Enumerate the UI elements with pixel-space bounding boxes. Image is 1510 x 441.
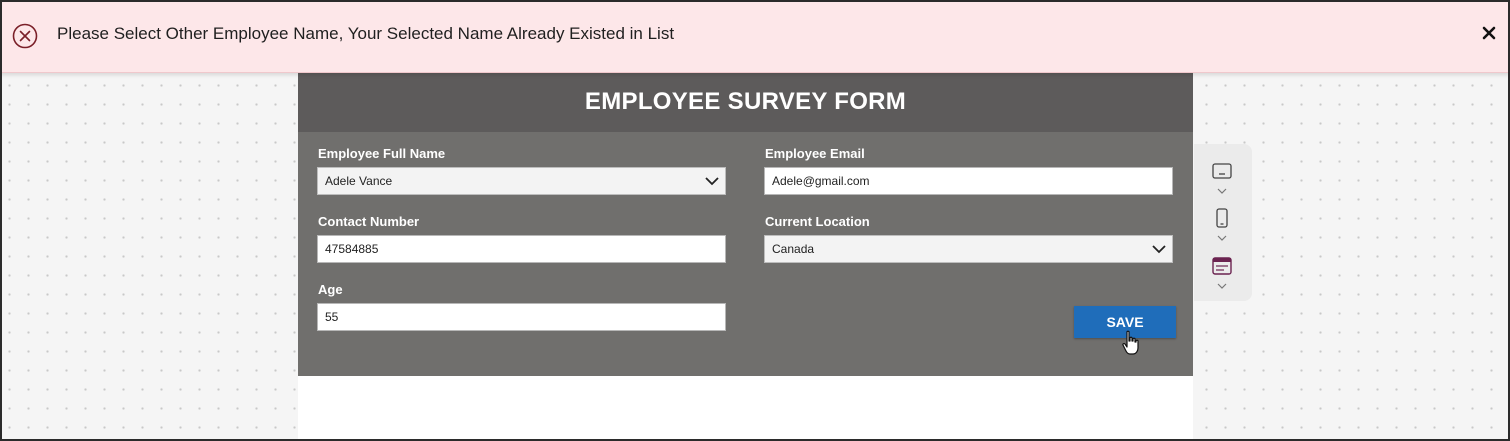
- layout-toolbar: [1194, 144, 1252, 301]
- current-location-label: Current Location: [765, 214, 870, 229]
- full-name-dropdown[interactable]: Adele Vance: [317, 167, 726, 195]
- full-name-label: Employee Full Name: [318, 146, 446, 161]
- hand-pointer-icon: [1122, 330, 1139, 355]
- close-notification-button[interactable]: [1480, 22, 1498, 44]
- error-notification-banner: Please Select Other Employee Name, Your …: [0, 0, 1510, 73]
- contact-number-label: Contact Number: [318, 214, 420, 229]
- notification-message: Please Select Other Employee Name, Your …: [57, 24, 675, 43]
- form-canvas-card: EMPLOYEE SURVEY FORM Employee Full Name …: [298, 72, 1193, 441]
- current-location-value: Canada: [772, 242, 815, 256]
- form-body: Employee Full Name Adele Vance Contact N…: [298, 132, 1193, 376]
- email-label: Employee Email: [765, 146, 865, 161]
- full-name-value: Adele Vance: [325, 174, 393, 188]
- age-input[interactable]: 55: [317, 303, 726, 331]
- screen-template-button[interactable]: [1210, 256, 1234, 296]
- form-title: EMPLOYEE SURVEY FORM: [298, 72, 1193, 132]
- age-label: Age: [318, 282, 343, 297]
- contact-number-input[interactable]: 47584885: [317, 235, 726, 263]
- email-input[interactable]: Adele@gmail.com: [764, 167, 1173, 195]
- phone-layout-icon: [1216, 208, 1228, 241]
- chevron-down-icon: [1152, 245, 1166, 254]
- tablet-layout-icon: [1212, 163, 1232, 194]
- screen-template-icon: [1212, 257, 1232, 289]
- error-circle-icon: [12, 23, 38, 49]
- tablet-layout-button[interactable]: [1210, 162, 1234, 202]
- phone-layout-button[interactable]: [1210, 208, 1234, 248]
- current-location-dropdown[interactable]: Canada: [764, 235, 1173, 263]
- chevron-down-icon: [705, 177, 719, 186]
- close-icon: [1482, 26, 1496, 40]
